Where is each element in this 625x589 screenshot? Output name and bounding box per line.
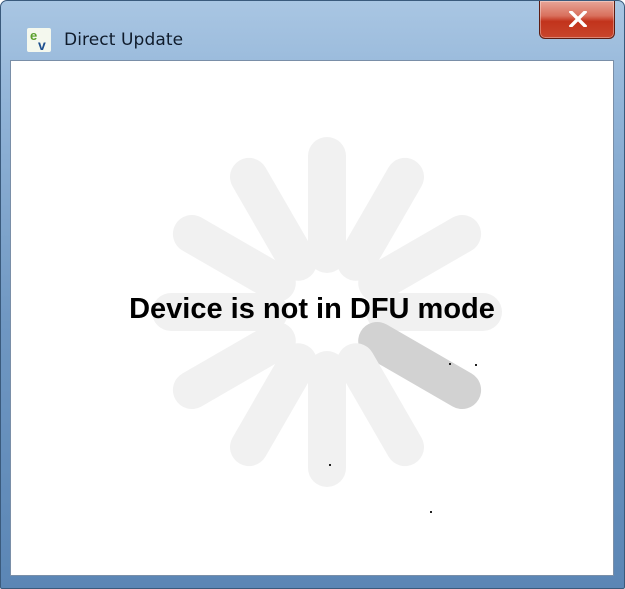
title-bar[interactable]: e v Direct Update [1, 1, 624, 61]
spinner-spoke [172, 322, 296, 409]
spinner-spoke [230, 343, 317, 467]
dialog-content: Device is not in DFU mode [10, 60, 614, 576]
spinner-spoke-active [358, 322, 482, 409]
spinner-spoke [172, 215, 296, 302]
artifact-dot [329, 464, 331, 466]
artifact-dot [449, 363, 451, 365]
app-window: e v Direct Update Device is not in DFU m… [0, 0, 625, 589]
close-x-icon [569, 11, 587, 27]
spinner-spoke [230, 157, 317, 281]
artifact-dot [430, 511, 432, 513]
ev-app-icon: e v [27, 28, 51, 52]
close-button[interactable] [539, 1, 615, 39]
window-title: Direct Update [64, 30, 184, 50]
spinner-spoke [337, 157, 424, 281]
artifact-dot [475, 364, 477, 366]
svg-text:e: e [30, 28, 37, 43]
spinner-spoke [358, 215, 482, 302]
spinner-spoke [337, 343, 424, 467]
svg-text:v: v [38, 37, 46, 52]
status-message: Device is not in DFU mode [129, 293, 495, 325]
